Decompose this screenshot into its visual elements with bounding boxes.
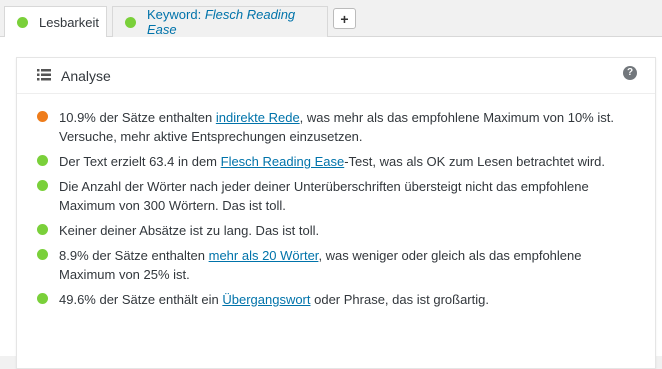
panel-title: Analyse: [61, 68, 111, 84]
list-item: 8.9% der Sätze enthalten mehr als 20 Wör…: [17, 246, 655, 284]
tab-bar: Lesbarkeit Keyword: Flesch Reading Ease …: [0, 0, 662, 38]
item-text: 49.6% der Sätze enthält ein: [59, 292, 223, 307]
analysis-card: Analyse ? 10.9% der Sätze enthalten indi…: [16, 57, 656, 369]
item-link[interactable]: indirekte Rede: [216, 110, 300, 125]
analysis-list: 10.9% der Sätze enthalten indirekte Rede…: [17, 108, 655, 315]
status-dot-good-icon: [125, 16, 136, 28]
item-link[interactable]: Übergangswort: [222, 292, 310, 307]
list-item: 49.6% der Sätze enthält ein Übergangswor…: [17, 290, 655, 309]
item-text: Die Anzahl der Wörter nach jeder deiner …: [59, 179, 589, 213]
card-header: Analyse ?: [17, 58, 655, 94]
item-text: Der Text erzielt 63.4 in dem: [59, 154, 221, 169]
status-dot-good-icon: [37, 155, 48, 166]
tab-lesbarkeit[interactable]: Lesbarkeit: [4, 6, 107, 38]
item-text: oder Phrase, das ist großartig.: [310, 292, 489, 307]
status-dot-ok-icon: [37, 111, 48, 122]
list-item: Die Anzahl der Wörter nach jeder deiner …: [17, 177, 655, 215]
add-keyword-button[interactable]: +: [333, 8, 356, 29]
item-link[interactable]: mehr als 20 Wörter: [209, 248, 319, 263]
status-dot-good-icon: [37, 180, 48, 191]
item-text: -Test, was als OK zum Lesen betrachtet w…: [344, 154, 606, 169]
status-dot-good-icon: [37, 224, 48, 235]
analysis-panel-area: Analyse ? 10.9% der Sätze enthalten indi…: [0, 37, 662, 369]
item-text: Keiner deiner Absätze ist zu lang. Das i…: [59, 223, 320, 238]
item-text: 10.9% der Sätze enthalten: [59, 110, 216, 125]
status-dot-good-icon: [17, 17, 28, 28]
item-text: 8.9% der Sätze enthalten: [59, 248, 209, 263]
item-link[interactable]: Flesch Reading Ease: [221, 154, 345, 169]
tab-keyword-prefix: Keyword:: [147, 7, 202, 22]
status-dot-good-icon: [37, 293, 48, 304]
status-dot-good-icon: [37, 249, 48, 260]
tab-label: Lesbarkeit: [39, 15, 99, 30]
list-item: 10.9% der Sätze enthalten indirekte Rede…: [17, 108, 655, 146]
tab-keyword-label: Keyword: Flesch Reading Ease: [147, 7, 315, 37]
help-icon[interactable]: ?: [623, 66, 637, 80]
list-icon: [37, 69, 51, 81]
list-item: Keiner deiner Absätze ist zu lang. Das i…: [17, 221, 655, 240]
list-item: Der Text erzielt 63.4 in dem Flesch Read…: [17, 152, 655, 171]
tab-keyword[interactable]: Keyword: Flesch Reading Ease: [112, 6, 328, 37]
